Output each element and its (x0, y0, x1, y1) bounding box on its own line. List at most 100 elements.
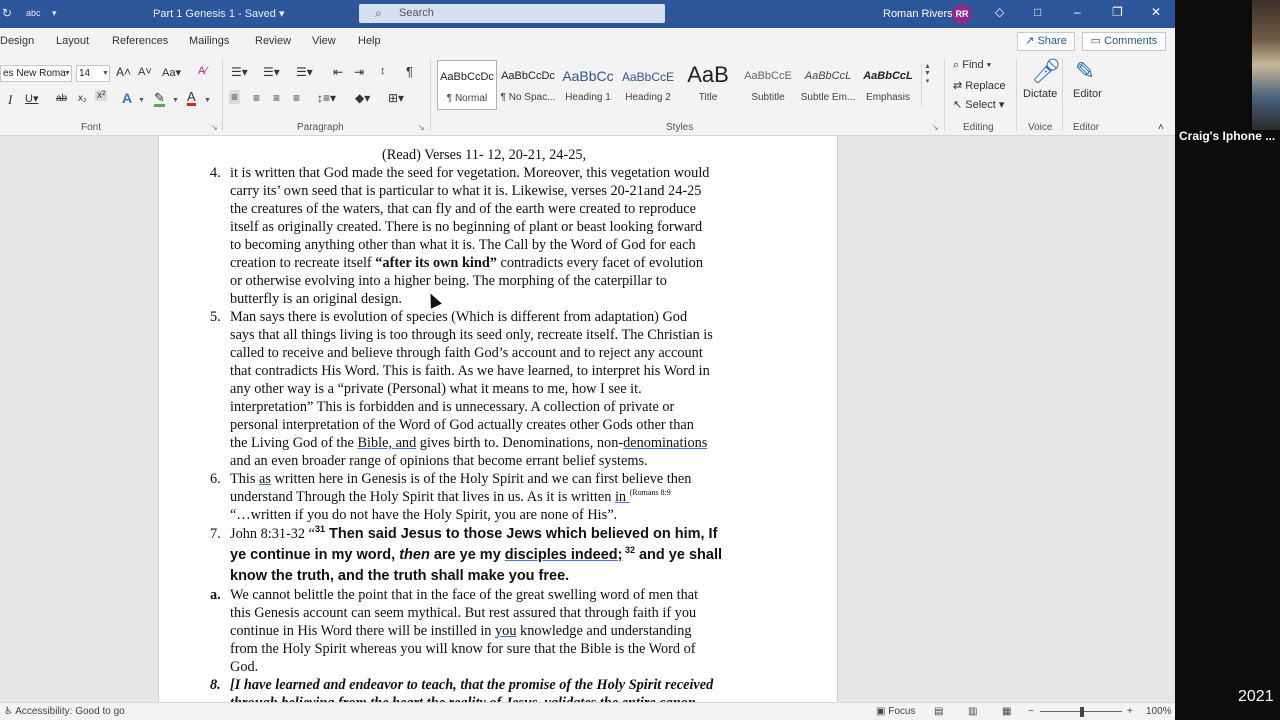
underline-icon[interactable]: U▾ (25, 92, 38, 105)
grammar-flag[interactable]: disciples indeed; (505, 547, 623, 563)
highlight-icon[interactable]: ✎ (154, 91, 165, 107)
style-no-spacing[interactable]: AaBbCcDc ¶ No Spac... (498, 60, 558, 110)
strikethrough-icon[interactable]: ab (56, 93, 67, 104)
web-layout-icon[interactable]: ▦ (1002, 706, 1011, 717)
style-name: Heading 1 (565, 92, 611, 103)
borders-icon[interactable]: ⊞▾ (388, 91, 404, 105)
select-label: Select (965, 99, 996, 111)
align-right-icon[interactable]: ≡ (273, 91, 280, 105)
editor-label[interactable]: Editor (1073, 88, 1102, 100)
sort-icon[interactable]: ↕ (380, 65, 386, 77)
select-button[interactable]: ↖ Select ▾ (953, 98, 1004, 111)
italic-icon[interactable]: I (8, 92, 12, 108)
font-size-chevron-down-icon[interactable]: ▼ (102, 70, 109, 77)
diamond-icon[interactable]: ◇ (995, 5, 1004, 19)
text-run: John 8:31-32 “ (230, 526, 315, 542)
text-run: continue in His Word there will be insti… (230, 623, 496, 639)
grammar-flag[interactable]: denominations (623, 435, 707, 451)
zoom-slider-handle[interactable] (1080, 707, 1084, 717)
font-name-box[interactable]: es New Roma (0, 65, 72, 82)
zoom-level[interactable]: 100% (1146, 706, 1172, 717)
tab-view[interactable]: View (312, 35, 336, 47)
autosave-icon[interactable]: ↻ (2, 6, 12, 20)
document-page[interactable]: (Read) Verses 11- 12, 20-21, 24-25, 4. i… (158, 136, 838, 702)
share-label: Share (1037, 35, 1067, 47)
tab-references[interactable]: References (112, 35, 168, 47)
list-number: 8. (210, 677, 221, 693)
tab-layout[interactable]: Layout (56, 35, 89, 47)
restore-icon[interactable]: ❐ (1112, 5, 1123, 19)
focus-button[interactable]: ▣ Focus (876, 706, 915, 717)
accessibility-status[interactable]: ♿︎ Accessibility: Good to go (4, 706, 125, 717)
shading-icon[interactable]: ◆▾ (355, 91, 370, 105)
text-line: continue in His Word there will be insti… (230, 622, 770, 640)
avatar[interactable]: RR (952, 4, 972, 24)
style-title[interactable]: AaB Title (678, 60, 738, 110)
list-item-8: [I have learned and endeavor to teach, t… (230, 676, 770, 702)
style-normal[interactable]: AaBbCcDc ¶ Normal (437, 60, 497, 110)
line-spacing-icon[interactable]: ↕≡▾ (317, 91, 336, 105)
align-center-icon[interactable]: ≡ (253, 91, 260, 105)
tab-review[interactable]: Review (255, 35, 291, 47)
decrease-indent-icon[interactable]: ⇤ (333, 65, 343, 79)
justify-icon[interactable]: ≡ (293, 91, 300, 105)
close-icon[interactable]: ✕ (1151, 5, 1161, 19)
text-effects-icon[interactable]: A (122, 90, 132, 106)
collapse-ribbon-icon[interactable]: ˄ (1158, 122, 1164, 133)
grammar-flag[interactable]: you (495, 623, 516, 639)
find-button[interactable]: ⌕ Find ▾ (953, 59, 991, 72)
font-color-chevron-down-icon[interactable]: ▼ (204, 97, 211, 104)
tab-design[interactable]: Design (0, 35, 34, 47)
user-name[interactable]: Roman Rivers (883, 8, 953, 20)
styles-dialog-launcher-icon[interactable]: ↘ (932, 123, 939, 132)
editor-icon[interactable]: ✎ (1075, 57, 1095, 86)
style-subtle-emphasis[interactable]: AaBbCcL Subtle Em... (798, 60, 858, 110)
paragraph-dialog-launcher-icon[interactable]: ↘ (418, 123, 425, 132)
comments-button[interactable]: ▭ Comments (1082, 32, 1166, 51)
styles-scroll[interactable]: ▲ ▼ ▾ (921, 63, 933, 107)
share-button[interactable]: ↗ Share (1017, 32, 1075, 51)
grammar-flag[interactable]: Bible, and (357, 435, 416, 451)
show-formatting-icon[interactable]: ¶ (406, 64, 413, 79)
print-layout-icon[interactable]: ▥ (968, 706, 977, 717)
customize-toolbar-icon[interactable]: ▾ (52, 8, 57, 19)
shrink-font-icon[interactable]: A˅ (138, 66, 152, 78)
font-dialog-launcher-icon[interactable]: ↘ (211, 123, 218, 132)
document-area[interactable]: (Read) Verses 11- 12, 20-21, 24-25, 4. i… (0, 136, 1175, 702)
text-effects-chevron-down-icon[interactable]: ▼ (138, 97, 145, 104)
more-styles-icon: ▾ (925, 78, 930, 85)
multilevel-list-icon[interactable]: ☰▾ (296, 65, 313, 79)
style-subtitle[interactable]: AaBbCcE Subtitle (738, 60, 798, 110)
clear-formatting-icon[interactable]: A∕ (198, 65, 207, 77)
minimize-icon[interactable]: – (1074, 5, 1081, 19)
zoom-out-button[interactable]: − (1028, 706, 1034, 717)
align-left-icon[interactable]: ≡ (229, 90, 241, 104)
scripture-text: Then said Jesus to those Jews which beli… (325, 526, 718, 542)
replace-button[interactable]: ⇄ Replace (953, 79, 1006, 92)
style-heading-1[interactable]: AaBbCc Heading 1 (558, 60, 618, 110)
dictate-icon[interactable]: 🎤︎ (1031, 57, 1061, 86)
change-case-icon[interactable]: Aa▾ (162, 66, 181, 79)
style-heading-2[interactable]: AaBbCcE Heading 2 (618, 60, 678, 110)
grammar-flag[interactable]: in (615, 489, 630, 505)
subscript-icon[interactable]: x₂ (78, 93, 87, 104)
superscript-icon[interactable]: x² (95, 90, 108, 101)
tab-mailings[interactable]: Mailings (189, 35, 229, 47)
document-title[interactable]: Part 1 Genesis 1 - Saved ▾ (153, 7, 284, 20)
search-box[interactable]: ⌕ Search (359, 4, 665, 23)
read-mode-icon[interactable]: ▤ (934, 706, 943, 717)
ribbon-display-icon[interactable]: □ (1034, 5, 1041, 19)
font-name-chevron-down-icon[interactable]: ▼ (64, 70, 71, 77)
numbering-icon[interactable]: ☰▾ (263, 65, 280, 79)
font-color-icon[interactable]: A (187, 90, 196, 106)
tab-help[interactable]: Help (358, 35, 381, 47)
spelling-icon[interactable]: abc (26, 8, 41, 18)
style-emphasis[interactable]: AaBbCcL Emphasis (858, 60, 918, 110)
zoom-in-button[interactable]: + (1127, 706, 1133, 717)
grammar-flag[interactable]: as (259, 471, 271, 487)
highlight-chevron-down-icon[interactable]: ▼ (172, 97, 179, 104)
increase-indent-icon[interactable]: ⇥ (354, 65, 364, 79)
bullets-icon[interactable]: ☰▾ (231, 65, 248, 79)
dictate-label[interactable]: Dictate (1023, 88, 1057, 100)
grow-font-icon[interactable]: A˄ (116, 65, 131, 79)
